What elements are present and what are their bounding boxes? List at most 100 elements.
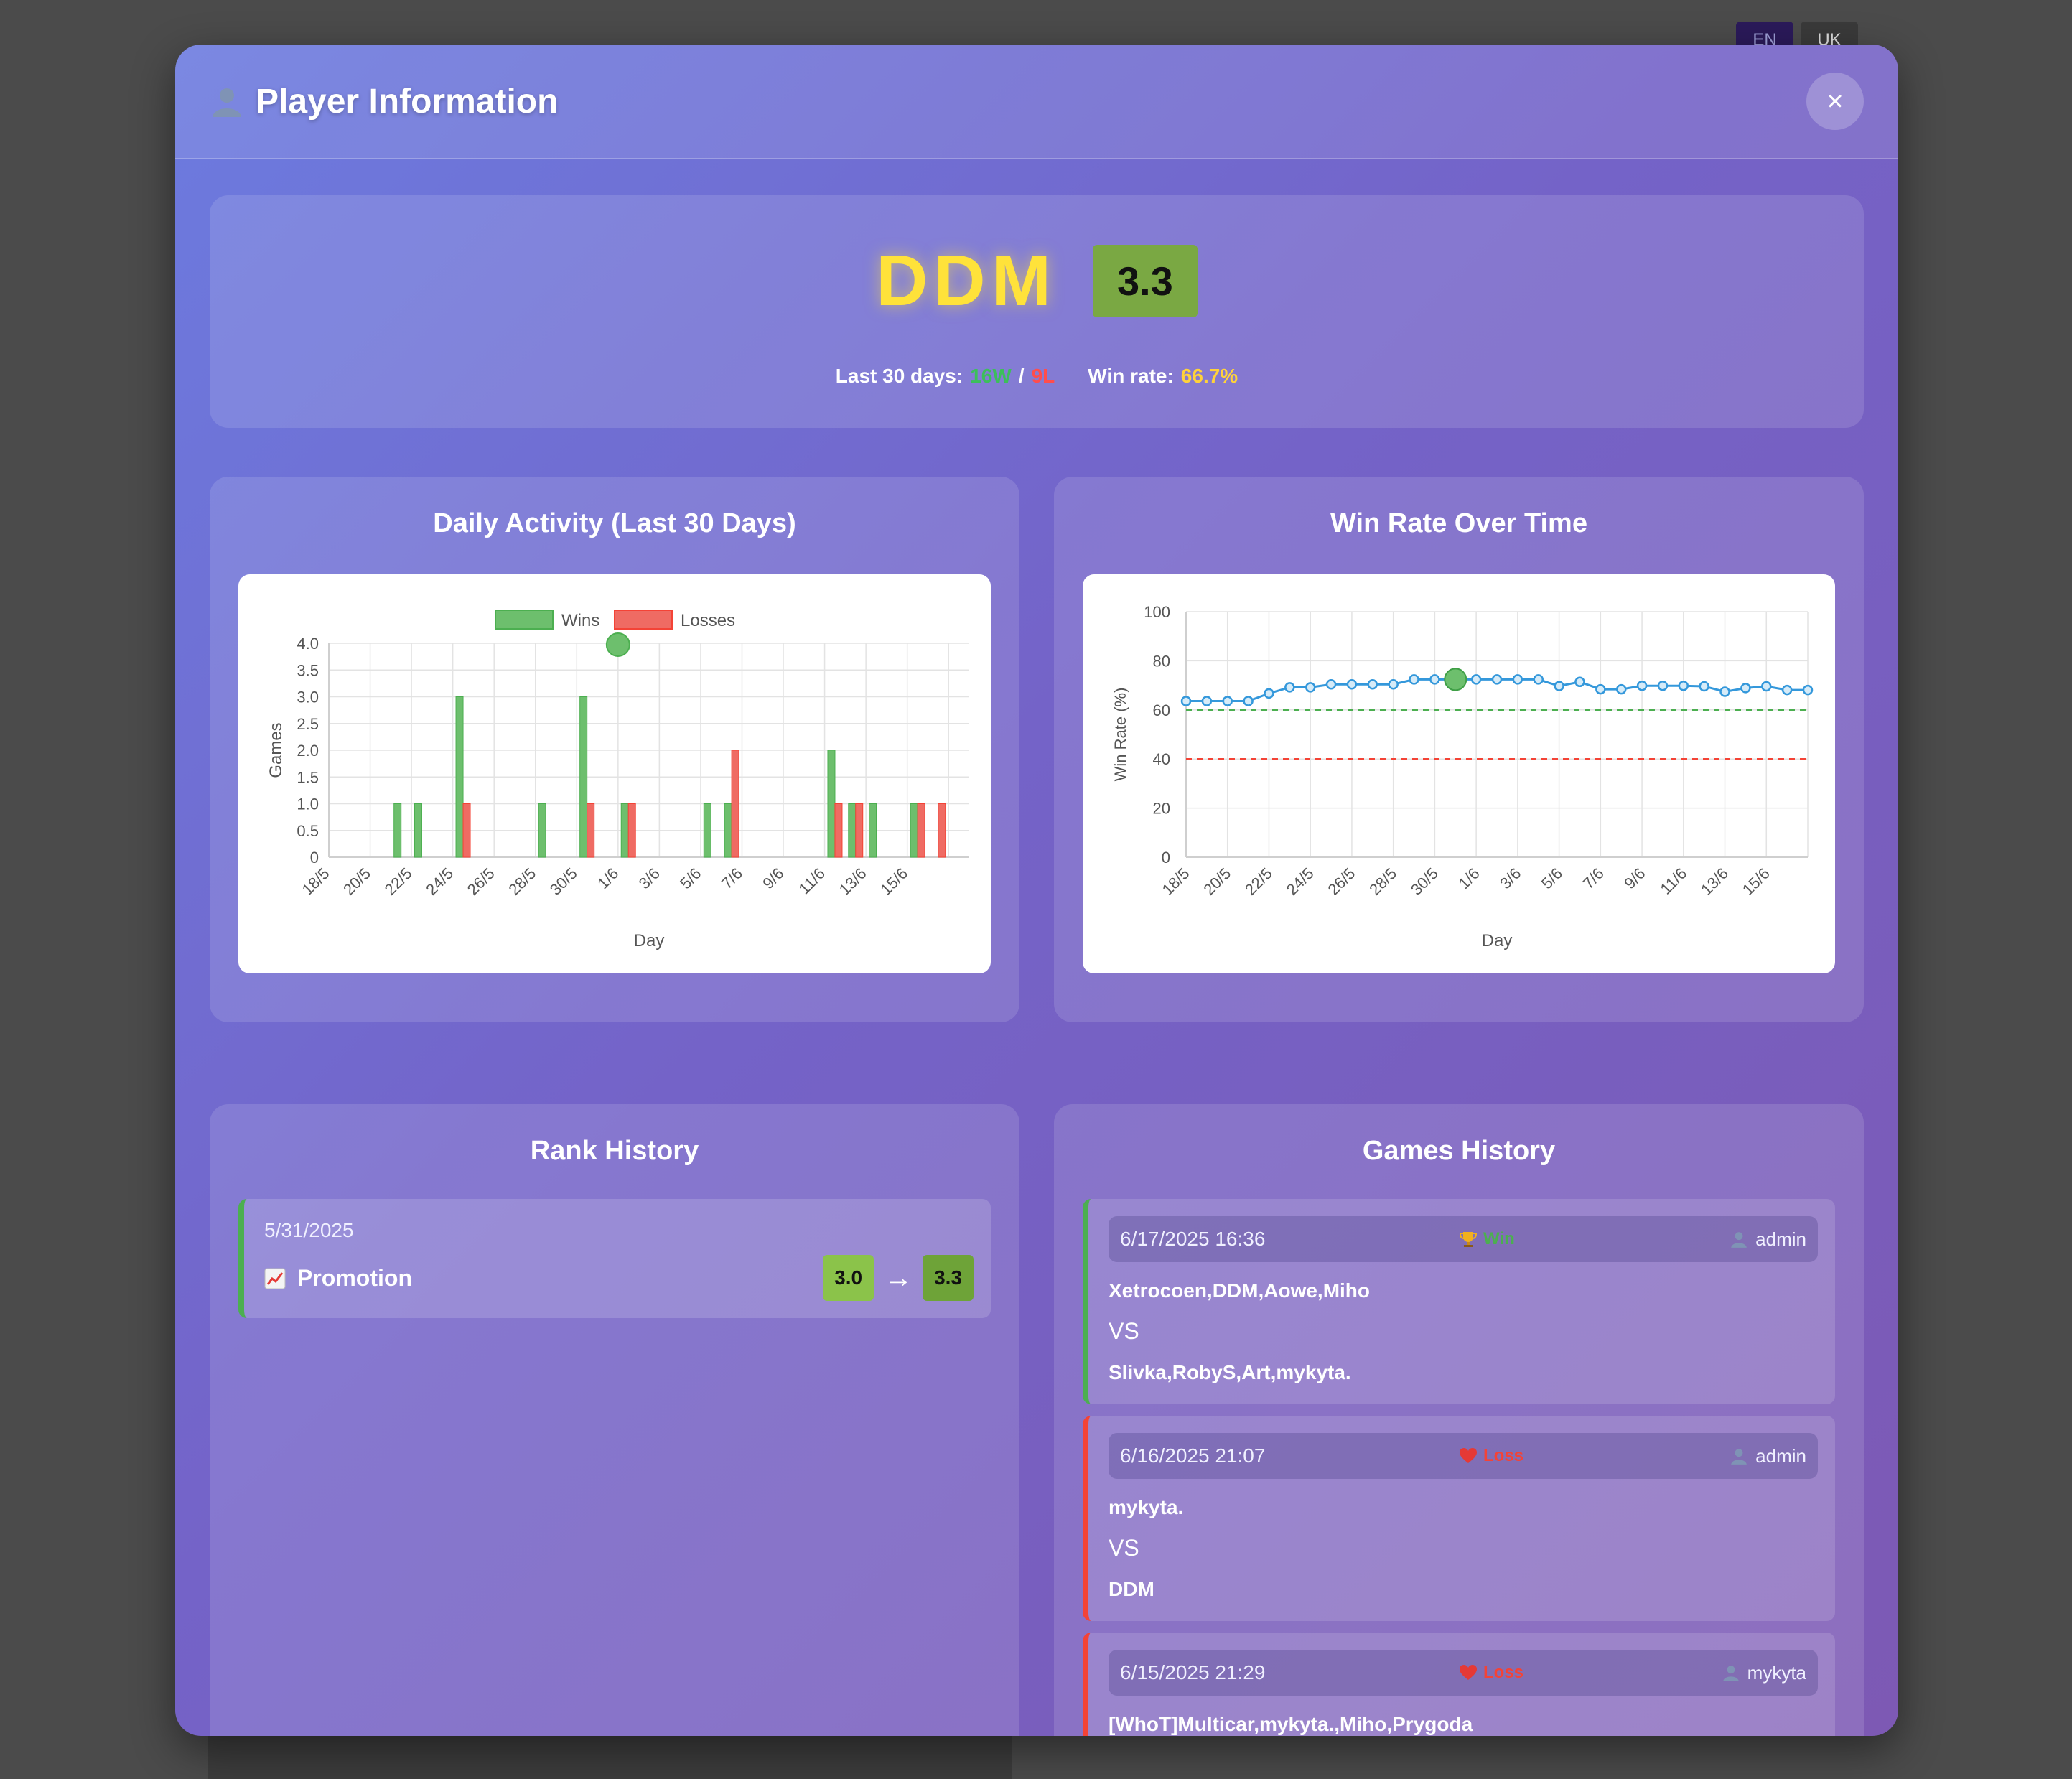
game-card[interactable]: 6/16/2025 21:07 Loss admin mykyta. VS DD… [1083,1416,1835,1621]
y-tick-label: 3.5 [297,661,319,679]
game-author-name: admin [1755,1228,1806,1250]
game-result: Loss [1459,1446,1523,1466]
game-date: 6/17/2025 16:36 [1120,1228,1266,1250]
bar-wins [827,750,836,858]
y-tick-label: 1.0 [297,795,319,813]
win-rate-point [1409,674,1419,685]
win-rate-point [1180,696,1192,706]
x-tick-label: 28/5 [505,864,539,899]
game-header: 6/17/2025 16:36 Win admin [1109,1216,1818,1262]
x-tick-label: 1/6 [1455,864,1483,892]
game-author: admin [1730,1228,1806,1251]
games-history-panel: Games History 6/17/2025 16:36 Win admin [1054,1104,1864,1736]
game-result-text: Loss [1483,1663,1524,1682]
person-icon [1731,1449,1747,1465]
game-author: admin [1730,1445,1806,1467]
win-rate-point [1533,674,1544,685]
game-result-text: Win [1483,1229,1515,1248]
losses-count: 9L [1031,365,1055,387]
line-chart-svg: 0 20 40 60 80 100 18/5 20/5 22/5 24/5 26/5 28/5 30/5… [1111,603,1814,951]
daily-activity-chart: 0 0.5 1.0 1.5 2.0 2.5 3.0 3.5 4.0 18/5 20/5 22/5 24/… [238,574,991,973]
game-result-text: Loss [1483,1446,1524,1465]
bar-wins [620,803,629,858]
win-rate-point [1305,682,1316,693]
x-tick-label: 22/5 [1241,864,1276,899]
bar-wins [393,803,402,858]
rank-new-badge: 3.3 [923,1255,974,1301]
x-tick-label: 13/6 [836,864,870,899]
win-rate-point [1657,681,1669,691]
win-rate-point [1636,681,1648,691]
bar-losses [731,750,739,858]
modal-header: Player Information × [175,45,1898,159]
bar-wins [579,696,588,858]
rank-old-badge: 3.0 [823,1255,874,1301]
rank-change-label: Promotion [264,1265,412,1292]
legend-label-wins: Wins [561,611,599,630]
team-one: Xetrocoen,DDM,Aowe,Miho [1109,1279,1371,1302]
win-rate-point [1574,676,1585,688]
arrow-right-icon: → [884,1261,913,1294]
win-rate-point [1222,696,1233,706]
win-rate-point [1429,674,1440,685]
y-tick-label: 3.0 [297,688,319,706]
person-icon [213,88,241,117]
game-card[interactable]: 6/17/2025 16:36 Win admin Xetrocoen,DDM,… [1083,1199,1835,1404]
player-stats: Last 30 days: 16W / 9L Win rate: 66.7% [210,365,1864,388]
win-rate-point [1802,684,1814,696]
vs-label: VS [1109,1535,1139,1561]
game-date: 6/16/2025 21:07 [1120,1444,1266,1467]
game-card[interactable]: 6/15/2025 21:29 Loss mykyta [WhoT]Multic… [1083,1633,1835,1736]
x-tick-label: 9/6 [759,864,787,892]
team-one: [WhoT]Multicar,mykyta.,Miho,Prygoda [1109,1713,1473,1735]
win-rate-point [1201,696,1213,706]
x-tick-label: 11/6 [1657,864,1691,898]
win-rate-point [1719,686,1730,697]
rank-history-title: Rank History [530,1136,699,1166]
x-tick-label: 26/5 [1325,864,1359,899]
x-tick-label: 20/5 [1200,864,1234,899]
bar-losses [917,803,925,858]
game-author-name: mykyta [1747,1661,1806,1684]
game-author: mykyta [1722,1662,1806,1684]
winrate-label: Win rate: [1088,365,1174,387]
win-rate-point [1554,681,1564,691]
x-tick-label: 15/6 [877,864,911,899]
y-tick-label: 0 [1162,849,1170,867]
win-rate-point [1740,683,1751,694]
x-tick-label: 18/5 [1159,864,1193,899]
y-tick-label: 40 [1153,750,1170,768]
x-tick-label: 30/5 [546,864,581,899]
rank-change-date: 5/31/2025 [264,1219,354,1241]
win-rate-point [1470,674,1482,685]
vs-label: VS [1109,1318,1139,1344]
game-result: Loss [1459,1663,1523,1683]
x-tick-label: 9/6 [1620,864,1648,892]
win-rate-point [1243,696,1254,706]
bar-losses [834,803,843,858]
y-tick-label: 80 [1153,652,1170,670]
x-tick-label: 5/6 [1538,864,1566,892]
close-button[interactable]: × [1806,73,1864,130]
bar-losses [855,803,864,858]
team-one: mykyta. [1109,1496,1184,1518]
x-tick-label: 3/6 [1496,864,1524,892]
y-tick-label: 0.5 [297,822,319,840]
bar-wins [455,696,464,858]
rank-history-panel: Rank History 5/31/2025 Promotion 3.0 → 3… [210,1104,1019,1736]
x-tick-label: 5/6 [676,864,704,892]
rank-badge: 3.3 [1092,245,1198,317]
x-tick-label: 28/5 [1366,864,1400,899]
y-tick-label: 60 [1153,701,1170,719]
win-rate-point [1325,678,1337,690]
y-tick-label: 2.5 [297,715,319,733]
x-tick-label: 7/6 [718,864,746,892]
x-tick-label: 3/6 [635,864,663,892]
player-summary: DDM 3.3 Last 30 days: 16W / 9L Win rate:… [210,195,1864,428]
win-rate-panel: Win Rate Over Time 0 20 40 60 80 100 18/5 20/5 2… [1054,477,1864,1022]
x-tick-label: 1/6 [594,864,622,892]
x-axis-title: Day [634,931,665,951]
game-author-name: admin [1755,1444,1806,1467]
x-tick-label: 20/5 [340,864,374,899]
x-tick-label: 7/6 [1579,864,1607,892]
